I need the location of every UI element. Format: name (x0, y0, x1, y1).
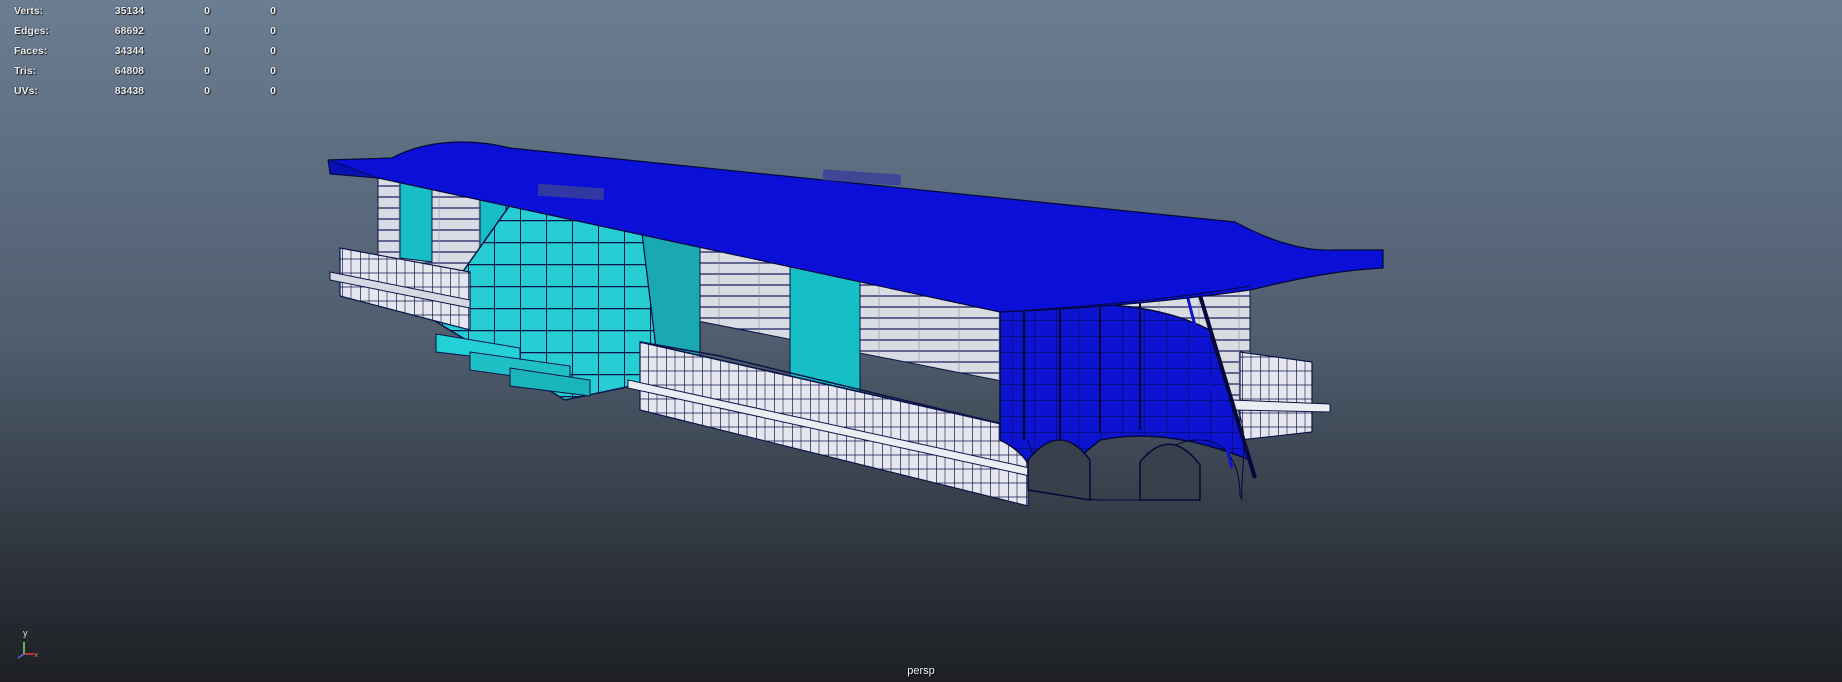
axis-gizmo: x y (10, 628, 40, 660)
right-balcony (1231, 351, 1331, 441)
3d-viewport[interactable]: Verts: 35134 0 0 Edges: 68692 0 0 Faces:… (0, 0, 1842, 682)
building-model[interactable] (0, 0, 1842, 682)
camera-name-label: persp (907, 665, 935, 677)
svg-text:x: x (34, 651, 38, 659)
axis-y-label: y (23, 628, 28, 638)
